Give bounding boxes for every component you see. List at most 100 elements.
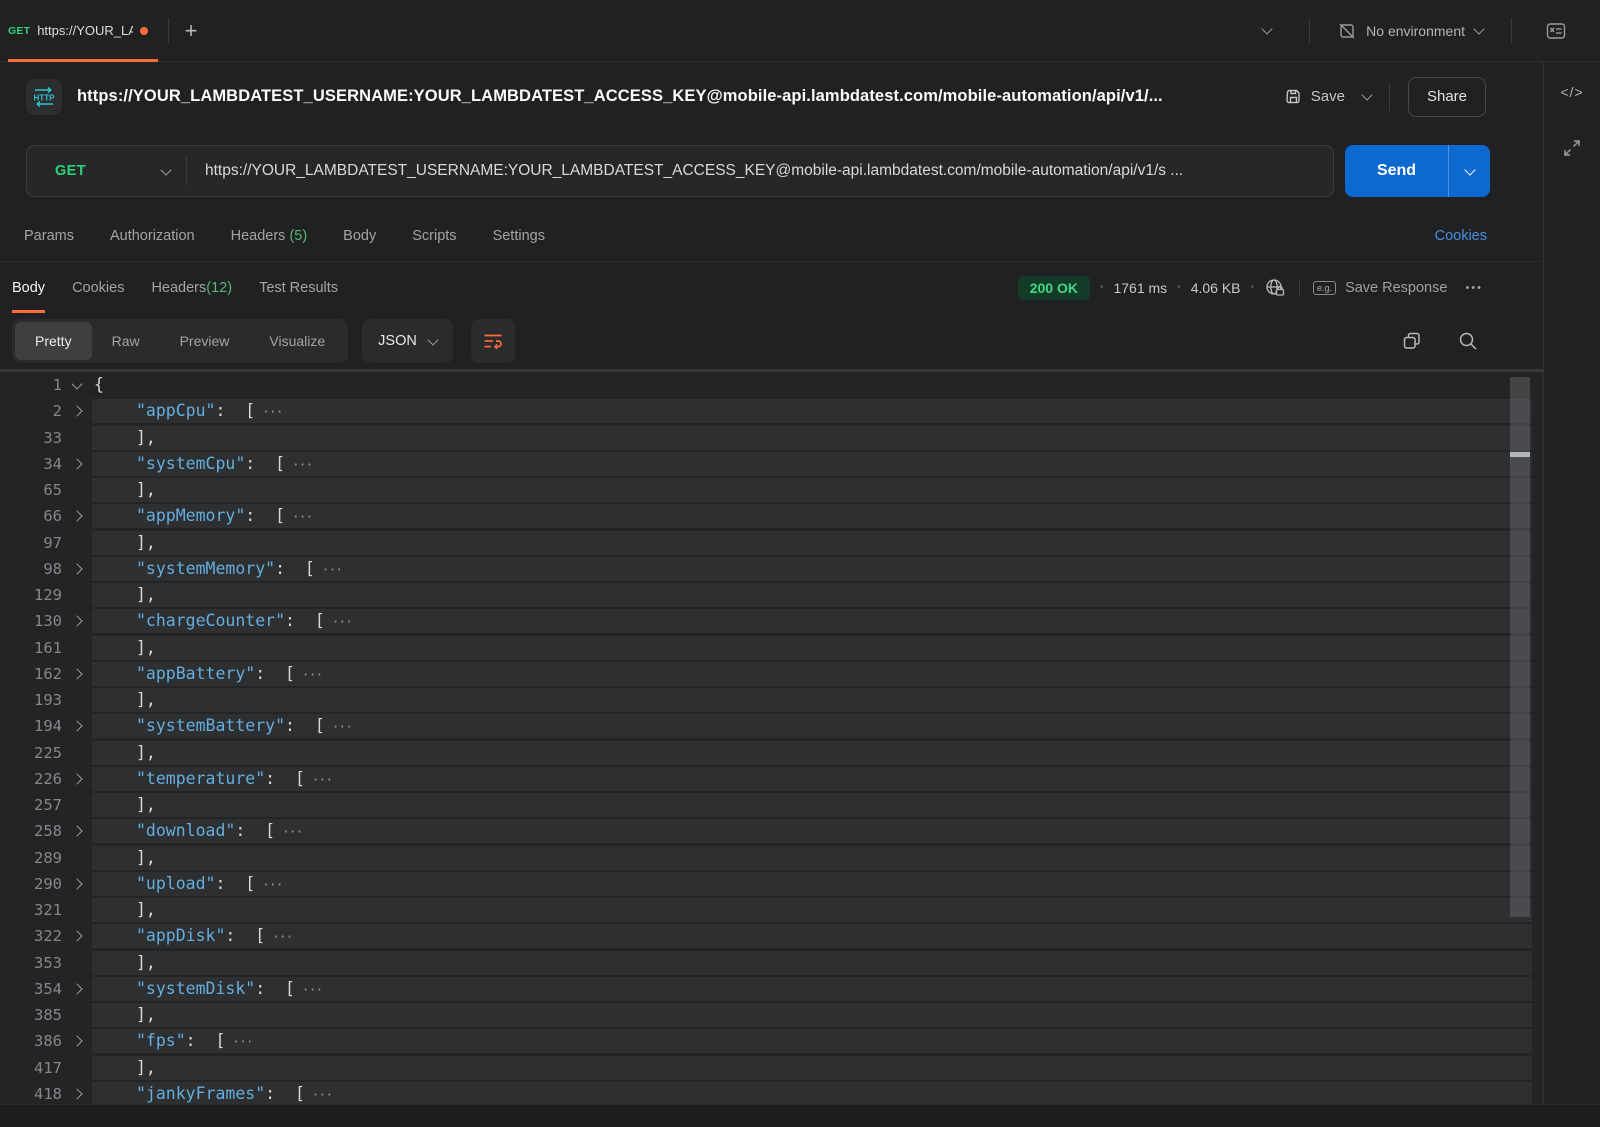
chevron-right-icon [71,878,82,889]
request-tab-body[interactable]: Body [343,228,376,244]
code-line-321: 321], [0,897,1543,923]
code-line-194: 194"systemBattery": [ ··· [0,713,1543,739]
fold-toggle[interactable] [62,932,92,940]
copy-response-icon[interactable] [1402,331,1422,351]
more-actions-icon[interactable]: ••• [1465,282,1483,294]
save-button[interactable]: Save [1285,88,1345,105]
tab-label: Test Results [259,280,338,296]
request-tab-params[interactable]: Params [24,228,74,244]
request-url-input[interactable]: https://YOUR_LAMBDATEST_USERNAME:YOUR_LA… [205,162,1333,180]
collapsed-ellipsis: ··· [265,930,292,945]
environment-quick-look-button[interactable] [1512,21,1600,41]
save-response-button[interactable]: Save Response [1345,280,1447,296]
share-button[interactable]: Share [1408,77,1486,117]
code-content: "appMemory": [ ··· [92,504,1532,528]
response-tab-headers[interactable]: Headers (12) [151,262,232,313]
json-punctuation: : [ [255,979,295,998]
fold-toggle[interactable] [62,1090,92,1098]
fold-toggle[interactable] [62,722,92,730]
view-mode-preview[interactable]: Preview [160,322,250,360]
request-tab-bar: GET https://YOUR_LAMBDAT + No environmen… [0,0,1600,62]
fold-toggle[interactable] [62,617,92,625]
cookies-link[interactable]: Cookies [1435,228,1487,244]
fold-toggle[interactable] [62,670,92,678]
request-tab-settings[interactable]: Settings [493,228,545,244]
code-line-385: 385], [0,1002,1543,1028]
no-environment-icon [1338,22,1356,40]
chevron-right-icon [71,458,82,469]
environment-selector[interactable]: No environment [1310,0,1511,61]
fold-toggle[interactable] [62,512,92,520]
response-body-json-viewer: 1{2"appCpu": [ ···33],34"systemCpu": [ ·… [0,369,1543,1107]
json-close-bracket: ], [136,480,156,499]
fold-toggle[interactable] [62,880,92,888]
fold-toggle[interactable] [62,1037,92,1045]
fold-toggle[interactable] [62,565,92,573]
view-mode-pretty[interactable]: Pretty [15,322,92,360]
fold-toggle[interactable] [62,407,92,415]
response-tab-test-results[interactable]: Test Results [259,262,338,313]
expand-panel-icon[interactable] [1562,138,1582,158]
collapsed-ellipsis: ··· [305,1088,332,1103]
search-response-icon[interactable] [1458,331,1478,351]
open-request-tab[interactable]: GET https://YOUR_LAMBDAT [8,0,158,61]
collapsed-ellipsis: ··· [275,825,302,840]
request-tab-headers[interactable]: Headers (5) [231,228,308,244]
fold-toggle[interactable] [62,460,92,468]
method-selector[interactable]: GET [27,146,186,196]
line-number: 385 [0,1006,62,1024]
new-tab-button[interactable]: + [169,18,213,44]
json-key: "appBattery" [136,664,255,683]
code-line-130: 130"chargeCounter": [ ··· [0,608,1543,634]
request-tab-scripts[interactable]: Scripts [412,228,456,244]
response-tab-cookies[interactable]: Cookies [72,262,124,313]
json-close-bracket: ], [136,638,156,657]
send-options-chevron-down-icon[interactable] [1449,169,1490,174]
tab-label: Headers [231,228,286,244]
request-url-row: GET https://YOUR_LAMBDATEST_USERNAME:YOU… [0,131,1543,211]
code-snippet-icon[interactable]: </> [1560,84,1583,100]
method-chevron-down-icon [160,164,171,175]
line-number: 97 [0,534,62,552]
line-number: 290 [0,875,62,893]
code-line-65: 65], [0,477,1543,503]
save-options-chevron-down-icon[interactable] [1361,89,1372,100]
view-mode-raw[interactable]: Raw [92,322,160,360]
collapsed-ellipsis: ··· [225,1035,252,1050]
request-tab-authorization[interactable]: Authorization [110,228,195,244]
json-open-brace: { [94,375,104,394]
json-key: "appMemory" [136,506,245,525]
fold-toggle[interactable] [62,827,92,835]
collapsed-ellipsis: ··· [285,458,312,473]
code-content: ], [92,1003,1532,1027]
wrap-lines-button[interactable] [471,319,515,363]
code-content: "appCpu": [ ··· [92,399,1532,423]
line-number: 257 [0,796,62,814]
line-number: 289 [0,849,62,867]
chevron-right-icon [71,931,82,942]
request-config-tabs: Params Authorization Headers (5) Body Script… [0,211,1543,262]
status-badge[interactable]: 200 OK [1018,276,1090,300]
line-number: 162 [0,665,62,683]
line-number: 129 [0,586,62,604]
json-key: "jankyFrames" [136,1084,265,1103]
vertical-scrollbar-thumb[interactable] [1510,377,1530,917]
fold-toggle[interactable] [62,383,92,388]
view-mode-visualize[interactable]: Visualize [249,322,345,360]
response-viewer-toolbar: PrettyRawPreviewVisualize JSON [0,313,1543,369]
fold-toggle[interactable] [62,775,92,783]
code-content: "upload": [ ··· [92,872,1532,896]
chevron-right-icon [71,616,82,627]
tab-list-chevron-down-icon[interactable] [1262,23,1273,34]
send-button[interactable]: Send [1345,145,1490,197]
tab-count: (5) [285,228,307,244]
format-dropdown[interactable]: JSON [362,319,453,363]
code-content: "download": [ ··· [92,819,1532,843]
response-tab-body[interactable]: Body [12,262,45,313]
tab-label: Headers [151,280,206,296]
method-label: GET [55,163,86,179]
network-info-globe-lock-icon[interactable] [1264,277,1286,299]
tab-method-label: GET [8,25,30,37]
fold-toggle[interactable] [62,985,92,993]
tab-label: Authorization [110,228,195,244]
